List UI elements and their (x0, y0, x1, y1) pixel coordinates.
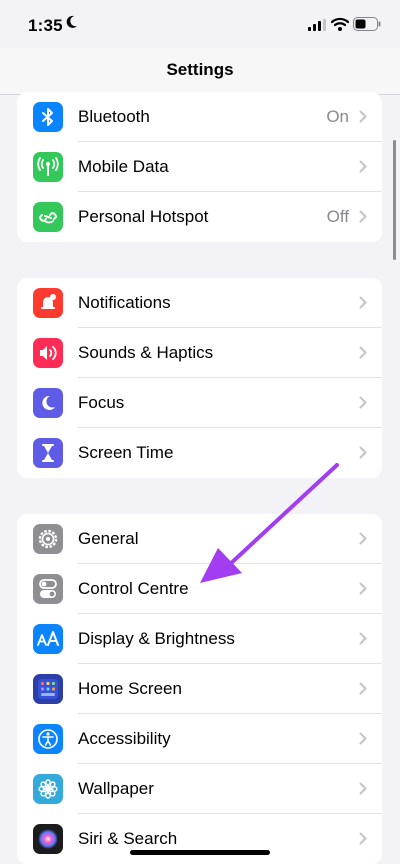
focus-moon-icon (66, 15, 77, 28)
status-time: 1:35 (28, 16, 63, 35)
chevron-right-icon (359, 396, 367, 409)
app-grid-icon (33, 674, 63, 704)
battery-icon (353, 17, 381, 31)
settings-row-wallpaper[interactable]: Wallpaper (17, 764, 382, 814)
hotspot-icon (33, 202, 63, 232)
chevron-right-icon (359, 732, 367, 745)
connectivity-group: Bluetooth On Mobile Data Personal Hotspo… (17, 92, 382, 242)
settings-row-screen-time[interactable]: Screen Time (17, 428, 382, 478)
row-label: Personal Hotspot (78, 207, 209, 226)
antenna-icon (33, 152, 63, 182)
toggles-icon (33, 574, 63, 604)
settings-row-accessibility[interactable]: Accessibility (17, 714, 382, 764)
hourglass-icon (33, 438, 63, 468)
row-label: General (78, 529, 139, 548)
row-label: Siri & Search (78, 829, 178, 848)
row-value: Off (326, 207, 349, 226)
row-label: Control Centre (78, 579, 189, 598)
settings-row-notifications[interactable]: Notifications (17, 278, 382, 328)
bell-icon (33, 288, 63, 318)
accessibility-icon (33, 724, 63, 754)
moon-icon (33, 388, 63, 418)
settings-row-mobile-data[interactable]: Mobile Data (17, 142, 382, 192)
chevron-right-icon (359, 832, 367, 845)
text-size-icon (33, 624, 63, 654)
chevron-right-icon (359, 446, 367, 459)
navigation-bar: Settings (0, 48, 400, 95)
chevron-right-icon (359, 346, 367, 359)
row-label: Wallpaper (78, 779, 154, 798)
settings-row-focus[interactable]: Focus (17, 378, 382, 428)
settings-row-bluetooth[interactable]: Bluetooth On (17, 92, 382, 142)
row-label: Screen Time (78, 443, 174, 462)
cellular-signal-icon (308, 19, 326, 31)
bluetooth-icon (33, 102, 63, 132)
wifi-icon (331, 17, 349, 31)
chevron-right-icon (359, 296, 367, 309)
status-bar: 1:35 (0, 0, 400, 48)
settings-row-sounds-haptics[interactable]: Sounds & Haptics (17, 328, 382, 378)
chevron-right-icon (359, 582, 367, 595)
chevron-right-icon (359, 632, 367, 645)
siri-icon (33, 824, 63, 854)
row-label: Mobile Data (78, 157, 169, 176)
chevron-right-icon (359, 110, 367, 123)
settings-row-siri-search[interactable]: Siri & Search (17, 814, 382, 864)
settings-row-home-screen[interactable]: Home Screen (17, 664, 382, 714)
home-indicator (130, 850, 270, 855)
row-label: Sounds & Haptics (78, 343, 214, 362)
row-label: Notifications (78, 293, 171, 312)
scroll-indicator (393, 140, 396, 260)
row-label: Accessibility (78, 729, 171, 748)
settings-row-control-centre[interactable]: Control Centre (17, 564, 382, 614)
settings-row-general[interactable]: General (17, 514, 382, 564)
row-label: Display & Brightness (78, 629, 235, 648)
speaker-icon (33, 338, 63, 368)
chevron-right-icon (359, 160, 367, 173)
notifications-group: Notifications Sounds & Haptics Focus Scr… (17, 278, 382, 478)
flower-icon (33, 774, 63, 804)
row-label: Bluetooth (78, 107, 150, 126)
chevron-right-icon (359, 532, 367, 545)
settings-row-display-brightness[interactable]: Display & Brightness (17, 614, 382, 664)
gear-icon (33, 524, 63, 554)
row-label: Focus (78, 393, 125, 412)
chevron-right-icon (359, 210, 367, 223)
row-value: On (326, 107, 349, 126)
page-title: Settings (166, 60, 234, 79)
row-label: Home Screen (78, 679, 182, 698)
chevron-right-icon (359, 682, 367, 695)
settings-row-personal-hotspot[interactable]: Personal Hotspot Off (17, 192, 382, 242)
general-group: General Control Centre Display & Brightn… (17, 514, 382, 864)
chevron-right-icon (359, 782, 367, 795)
